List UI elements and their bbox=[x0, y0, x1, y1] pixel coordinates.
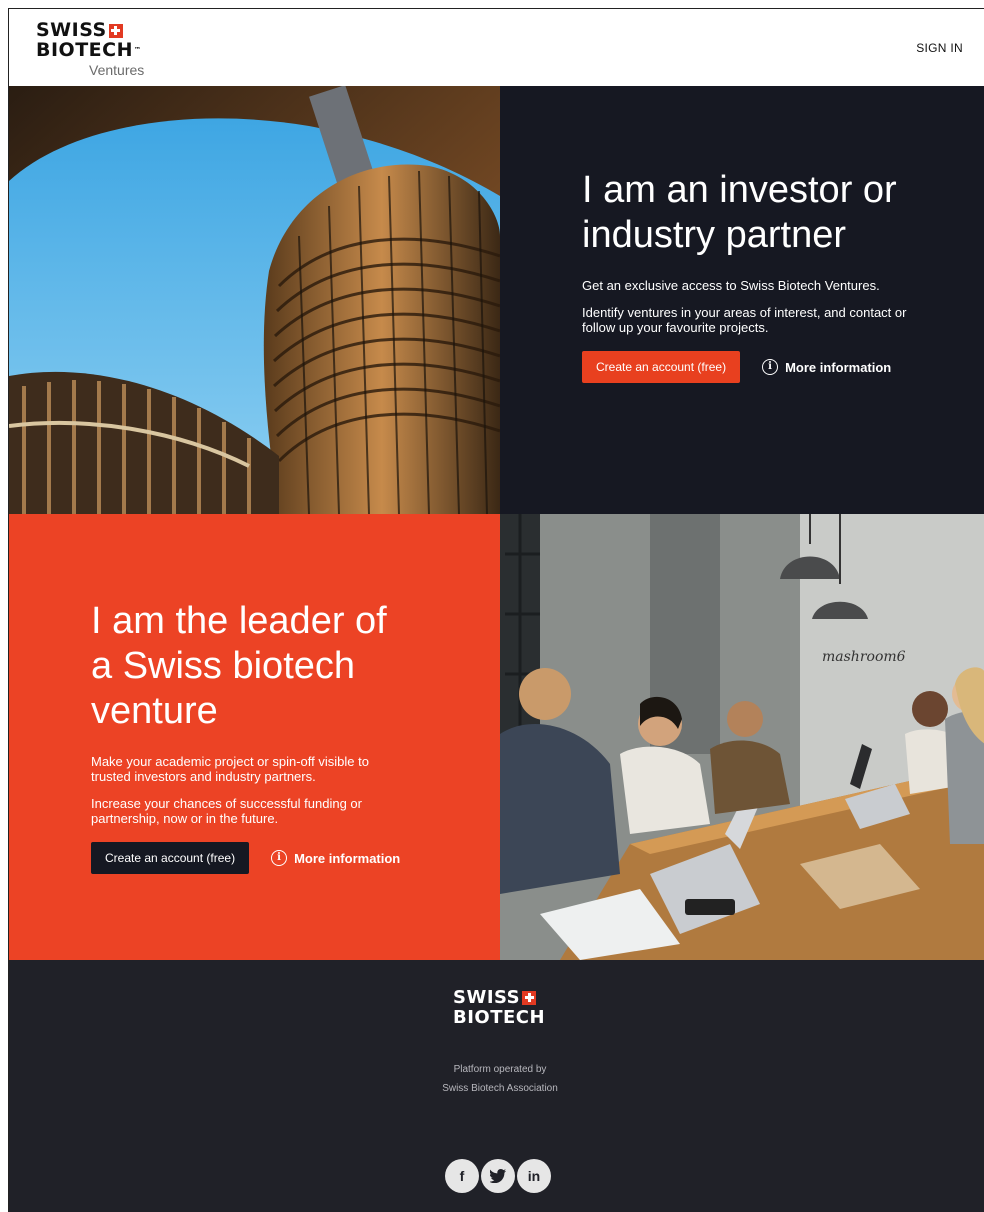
info-icon: i bbox=[762, 359, 779, 375]
site-footer: SWISS BIOTECH Platform operated by Swiss… bbox=[9, 960, 984, 1212]
meeting-photo: mashroom6 bbox=[500, 514, 984, 960]
venture-leader-heading: I am the leader of a Swiss biotech ventu… bbox=[91, 600, 387, 732]
venture-leader-more-information-link[interactable]: i More information bbox=[271, 850, 400, 866]
building-photo bbox=[9, 86, 500, 514]
venture-leader-create-account-button[interactable]: Create an account (free) bbox=[91, 842, 250, 874]
logo-subtitle: Ventures bbox=[89, 62, 145, 78]
venture-leader-content: I am the leader of a Swiss biotech ventu… bbox=[91, 599, 411, 874]
social-links: f in bbox=[445, 1159, 551, 1193]
twitter-icon[interactable] bbox=[481, 1159, 515, 1193]
investor-heading: I am an investor or industry partner bbox=[582, 169, 897, 256]
trademark-symbol: ™ bbox=[134, 46, 142, 54]
logo-line-2: BIOTECH bbox=[36, 39, 133, 61]
swiss-cross-icon bbox=[108, 23, 123, 38]
investor-create-account-button[interactable]: Create an account (free) bbox=[582, 351, 741, 383]
investor-text-2: Identify ventures in your areas of inter… bbox=[582, 305, 907, 335]
investor-more-information-link[interactable]: i More information bbox=[762, 359, 891, 375]
page: SWISS BIOTECH ™ Ventures SIGN IN I am an… bbox=[8, 8, 984, 1212]
investor-section: I am an investor or industry partner Get… bbox=[500, 86, 984, 514]
footer-logo-line-1: SWISS bbox=[453, 987, 521, 1008]
venture-leader-text-1: Make your academic project or spin-off v… bbox=[91, 754, 369, 784]
info-icon: i bbox=[271, 850, 288, 866]
logo-line-1: SWISS bbox=[36, 19, 107, 41]
venture-leader-more-information-label: More information bbox=[294, 850, 401, 866]
linkedin-icon[interactable]: in bbox=[517, 1159, 551, 1193]
footer-operator-note: Platform operated by Swiss Biotech Assoc… bbox=[9, 1060, 984, 1098]
footer-association-name: Swiss Biotech Association bbox=[442, 1083, 558, 1094]
investor-text-1: Get an exclusive access to Swiss Biotech… bbox=[582, 278, 880, 293]
investor-actions: Create an account (free) i More informat… bbox=[582, 351, 932, 383]
footer-operated-by: Platform operated by bbox=[453, 1064, 547, 1075]
venture-leader-section: I am the leader of a Swiss biotech ventu… bbox=[9, 514, 500, 960]
swiss-cross-icon bbox=[522, 990, 537, 1005]
building-illustration bbox=[9, 86, 500, 514]
investor-more-information-label: More information bbox=[785, 359, 892, 375]
venture-leader-text-2: Increase your chances of successful fund… bbox=[91, 796, 362, 826]
footer-logo[interactable]: SWISS BIOTECH bbox=[453, 988, 553, 1027]
investor-content: I am an investor or industry partner Get… bbox=[582, 168, 932, 383]
site-header: SWISS BIOTECH ™ Ventures SIGN IN bbox=[9, 9, 984, 86]
facebook-icon[interactable]: f bbox=[445, 1159, 479, 1193]
swiss-biotech-ventures-logo[interactable]: SWISS BIOTECH ™ Ventures bbox=[36, 19, 145, 79]
sign-in-link[interactable]: SIGN IN bbox=[916, 41, 963, 55]
wall-sign: mashroom6 bbox=[822, 649, 906, 665]
footer-logo-line-2: BIOTECH bbox=[453, 1007, 546, 1028]
venture-leader-actions: Create an account (free) i More informat… bbox=[91, 842, 411, 874]
meeting-illustration: mashroom6 bbox=[500, 514, 984, 960]
